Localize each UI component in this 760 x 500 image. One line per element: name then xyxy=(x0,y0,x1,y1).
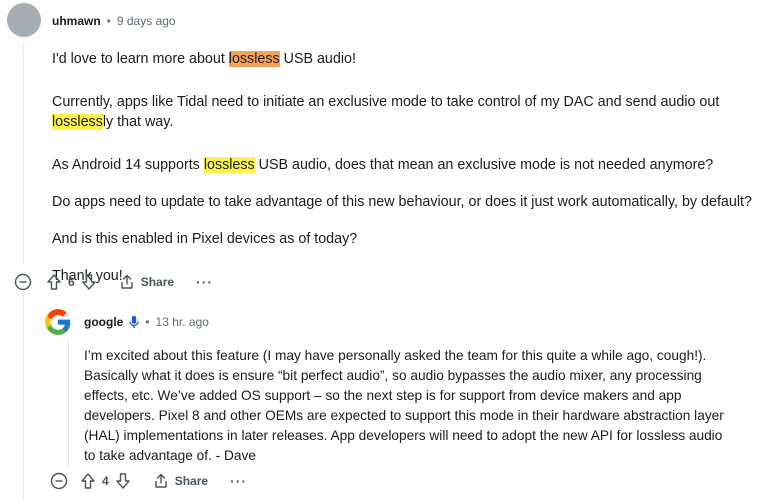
google-logo[interactable] xyxy=(44,308,72,336)
text: Currently, apps like Tidal need to initi… xyxy=(52,94,720,110)
text: ly that way. xyxy=(102,114,174,130)
avatar[interactable] xyxy=(7,3,41,37)
thread-line[interactable] xyxy=(23,290,24,500)
share-button[interactable]: Share xyxy=(119,274,174,290)
comment-header: uhmawn • 9 days ago xyxy=(52,14,176,28)
paragraph: Currently, apps like Tidal need to initi… xyxy=(52,92,752,132)
text: USB audio! xyxy=(279,51,356,67)
share-icon xyxy=(153,473,169,489)
upvote-icon[interactable] xyxy=(46,273,62,291)
meta-separator: • xyxy=(145,315,150,329)
reply-header: google • 13 hr. ago xyxy=(84,315,209,329)
reply-body: I’m excited about this feature (I may ha… xyxy=(84,346,760,466)
reply-line: (HAL) implementations in later releases.… xyxy=(84,428,723,443)
more-icon[interactable]: ··· xyxy=(230,473,247,489)
reply-line: developers. Pixel 8 and other OEMs are e… xyxy=(84,408,724,423)
thread-line[interactable] xyxy=(68,340,69,466)
downvote-icon[interactable] xyxy=(115,472,131,490)
upvote-icon[interactable] xyxy=(80,472,96,490)
share-icon xyxy=(119,274,135,290)
meta-separator: • xyxy=(106,14,111,28)
text: USB audio, does that mean an exclusive m… xyxy=(254,157,714,173)
microphone-icon xyxy=(129,315,139,329)
share-button[interactable]: Share xyxy=(153,473,208,489)
collapse-icon[interactable] xyxy=(14,273,32,291)
author-name[interactable]: google xyxy=(84,315,123,329)
reply-line: I’m excited about this feature (I may ha… xyxy=(84,348,707,363)
paragraph: And is this enabled in Pixel devices as … xyxy=(52,231,358,247)
share-label: Share xyxy=(140,275,175,289)
highlight-current: lossless xyxy=(228,51,280,67)
highlight: lossless xyxy=(203,157,255,173)
author-name[interactable]: uhmawn xyxy=(52,14,101,28)
thread-line[interactable] xyxy=(23,44,24,265)
text: I'd love to learn more about xyxy=(52,51,229,67)
paragraph: As Android 14 supports lossless USB audi… xyxy=(52,155,752,175)
share-label: Share xyxy=(174,474,209,488)
collapse-icon[interactable] xyxy=(50,472,68,490)
paragraph: Do apps need to update to take advantage… xyxy=(52,194,752,210)
vote-count: 6 xyxy=(68,275,75,289)
timestamp[interactable]: 9 days ago xyxy=(117,14,176,28)
paragraph: I'd love to learn more about lossless US… xyxy=(52,49,752,69)
timestamp[interactable]: 13 hr. ago xyxy=(156,315,209,329)
highlight: lossless xyxy=(52,114,103,130)
more-icon[interactable]: ··· xyxy=(196,274,213,290)
reply-actions: 4 Share ··· xyxy=(50,472,247,490)
downvote-icon[interactable] xyxy=(81,273,97,291)
reply-line: to take advantage of. - Dave xyxy=(84,448,256,463)
comment-actions: 6 Share ··· xyxy=(14,273,213,291)
vote-count: 4 xyxy=(102,474,109,488)
reply-line: effects, etc. We’ve added OS support – s… xyxy=(84,388,682,403)
comment-body: I'd love to learn more about lossless US… xyxy=(52,49,752,286)
reply-line: Basically what it does is ensure “bit pe… xyxy=(84,368,702,383)
text: As Android 14 supports xyxy=(52,157,204,173)
